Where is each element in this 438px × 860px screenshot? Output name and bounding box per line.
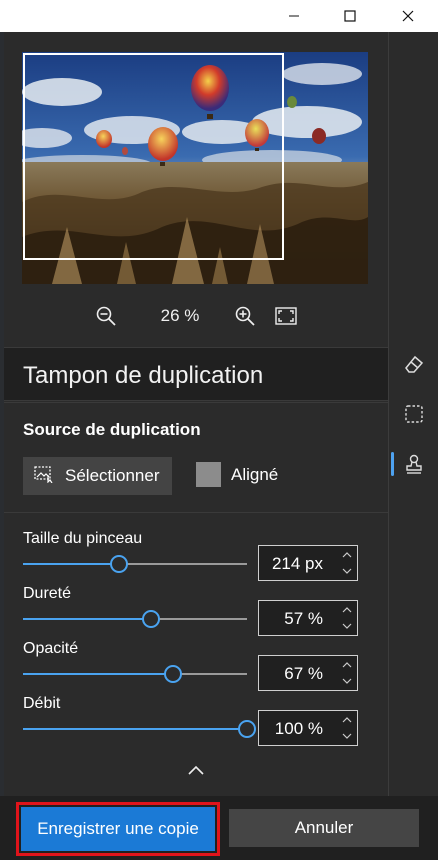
tool-rail — [388, 32, 438, 796]
aligned-checkbox[interactable] — [196, 462, 221, 487]
hardness-field[interactable]: 57 % — [258, 600, 358, 636]
tool-title: Tampon de duplication — [23, 362, 264, 389]
hardness-value: 57 % — [284, 609, 323, 628]
cancel-button[interactable]: Annuler — [229, 809, 419, 847]
spinner-arrows-icon[interactable] — [339, 603, 355, 633]
zoom-level: 26 % — [160, 306, 200, 325]
divider — [4, 512, 388, 513]
opacity-label: Opacité — [23, 640, 79, 657]
fit-screen-icon[interactable] — [272, 302, 300, 330]
flow-field[interactable]: 100 % — [258, 710, 358, 746]
title-bar — [0, 0, 438, 32]
zoom-bar: 26 % — [4, 296, 388, 336]
opacity-slider[interactable] — [23, 665, 247, 683]
flow-slider[interactable] — [23, 720, 256, 738]
zoom-out-icon[interactable] — [92, 302, 120, 330]
spinner-arrows-icon[interactable] — [339, 713, 355, 743]
close-icon[interactable] — [380, 0, 436, 32]
brush-size-value: 214 px — [271, 554, 323, 573]
slider-fill — [23, 728, 247, 730]
aligned-label: Aligné — [231, 465, 279, 484]
source-section-title: Source de duplication — [23, 420, 201, 439]
tool-header: Tampon de duplication — [4, 347, 388, 401]
flow-label: Débit — [23, 695, 61, 712]
slider-fill — [23, 618, 151, 620]
opacity-field[interactable]: 67 % — [258, 655, 358, 691]
slider-thumb[interactable] — [142, 610, 160, 628]
flow-value: 100 % — [274, 719, 323, 738]
select-source-label: Sélectionner — [65, 466, 160, 485]
slider-thumb[interactable] — [238, 720, 256, 738]
divider — [4, 402, 388, 403]
slider-fill — [23, 673, 173, 675]
hardness-slider[interactable] — [23, 610, 247, 628]
stamp-icon[interactable] — [389, 444, 438, 484]
slider-thumb[interactable] — [164, 665, 182, 683]
spinner-arrows-icon[interactable] — [339, 548, 355, 578]
slider-fill — [23, 563, 119, 565]
minimize-icon[interactable] — [266, 0, 322, 32]
eraser-icon[interactable] — [389, 344, 438, 384]
marquee-select-icon[interactable] — [389, 394, 438, 434]
slider-thumb[interactable] — [110, 555, 128, 573]
maximize-icon[interactable] — [322, 0, 378, 32]
selection-rectangle[interactable] — [23, 53, 284, 260]
brush-size-slider[interactable] — [23, 555, 247, 573]
select-source-button[interactable]: Sélectionner — [23, 457, 172, 495]
opacity-value: 67 % — [284, 664, 323, 683]
image-select-icon — [34, 465, 54, 488]
brush-size-label: Taille du pinceau — [23, 530, 143, 547]
save-copy-button[interactable]: Enregistrer une copie — [21, 807, 215, 851]
hardness-label: Dureté — [23, 585, 72, 602]
spinner-arrows-icon[interactable] — [339, 658, 355, 688]
collapse-chevron-up-icon[interactable] — [186, 762, 206, 778]
brush-size-field[interactable]: 214 px — [258, 545, 358, 581]
zoom-in-icon[interactable] — [231, 302, 259, 330]
